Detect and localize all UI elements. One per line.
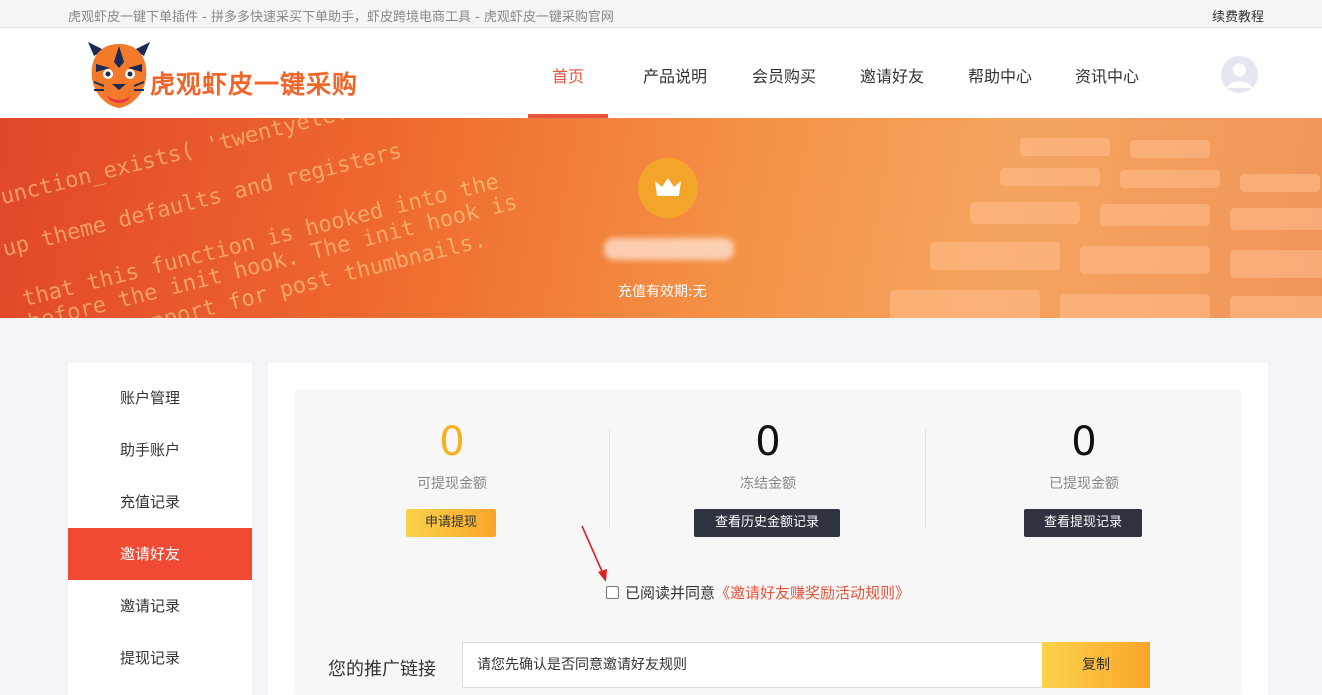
user-avatar-icon[interactable] (1221, 56, 1258, 93)
view-amount-history-button[interactable]: 查看历史金额记录 (694, 509, 840, 537)
agreement-row: 已阅读并同意《邀请好友赚奖励活动规则》 (606, 582, 910, 603)
promo-link-input[interactable]: 请您先确认是否同意邀请好友规则 (462, 642, 1043, 688)
sidebar-item-assistant-account[interactable]: 助手账户 (68, 424, 252, 476)
tiger-logo-icon[interactable] (84, 38, 154, 110)
promo-link-label: 您的推广链接 (328, 659, 436, 680)
sidebar-item-invite-friends[interactable]: 邀请好友 (68, 528, 252, 580)
withdrawn-amount-value: 0 (1071, 419, 1097, 465)
banner-keyboard-graphic (830, 118, 1322, 318)
frozen-amount-label: 冻结金额 (740, 476, 796, 492)
frozen-amount-value: 0 (755, 419, 781, 465)
sidebar-item-invite-records[interactable]: 邀请记录 (68, 580, 252, 632)
sidebar-item-recharge-records[interactable]: 充值记录 (68, 476, 252, 528)
top-bar: 虎观虾皮一键下单插件 - 拼多多快速采买下单助手，虾皮跨境电商工具 - 虎观虾皮… (0, 0, 1322, 28)
annotation-arrow-icon (581, 525, 607, 582)
blurred-username (604, 238, 734, 260)
agree-text: 已阅读并同意 (625, 584, 716, 602)
stats-divider (609, 429, 610, 529)
sidebar-item-withdraw-records[interactable]: 提现记录 (68, 632, 252, 684)
nav-help-center[interactable]: 帮助中心 (968, 63, 1032, 87)
brand-name[interactable]: 虎观虾皮一键采购 (150, 65, 358, 101)
invite-rules-link[interactable]: 《邀请好友赚奖励活动规则》 (715, 584, 910, 602)
nav-news-center[interactable]: 资讯中心 (1075, 63, 1139, 87)
apply-withdraw-button[interactable]: 申请提现 (406, 509, 496, 537)
stats-divider (925, 429, 926, 529)
renew-tutorial-link[interactable]: 续费教程 (1212, 6, 1264, 25)
nav-invite-friends[interactable]: 邀请好友 (860, 63, 924, 87)
nav-home[interactable]: 首页 (552, 63, 584, 87)
account-sidebar: 账户管理 助手账户 充值记录 邀请好友 邀请记录 提现记录 (68, 363, 252, 695)
member-crown-badge (638, 158, 698, 218)
sidebar-item-account-management[interactable]: 账户管理 (68, 372, 252, 424)
withdrawable-amount-label: 可提现金额 (417, 476, 487, 492)
crown-icon (655, 178, 681, 196)
member-banner: unction_exists( 'twentyeleven_setup' ) u… (0, 118, 1322, 318)
nav-membership-purchase[interactable]: 会员购买 (752, 63, 816, 87)
withdrawable-amount-value: 0 (439, 419, 465, 465)
site-tagline: 虎观虾皮一键下单插件 - 拼多多快速采买下单助手，虾皮跨境电商工具 - 虎观虾皮… (68, 10, 614, 25)
agree-checkbox[interactable] (606, 586, 619, 599)
nav-product-description[interactable]: 产品说明 (643, 63, 707, 87)
withdrawn-amount-label: 已提现金额 (1049, 476, 1119, 492)
recharge-validity: 充值有效期:无 (618, 284, 707, 300)
copy-button[interactable]: 复制 (1042, 642, 1150, 688)
header: 虎观虾皮一键采购 首页 产品说明 会员购买 邀请好友 帮助中心 资讯中心 (0, 29, 1322, 118)
view-withdraw-records-button[interactable]: 查看提现记录 (1024, 509, 1142, 537)
